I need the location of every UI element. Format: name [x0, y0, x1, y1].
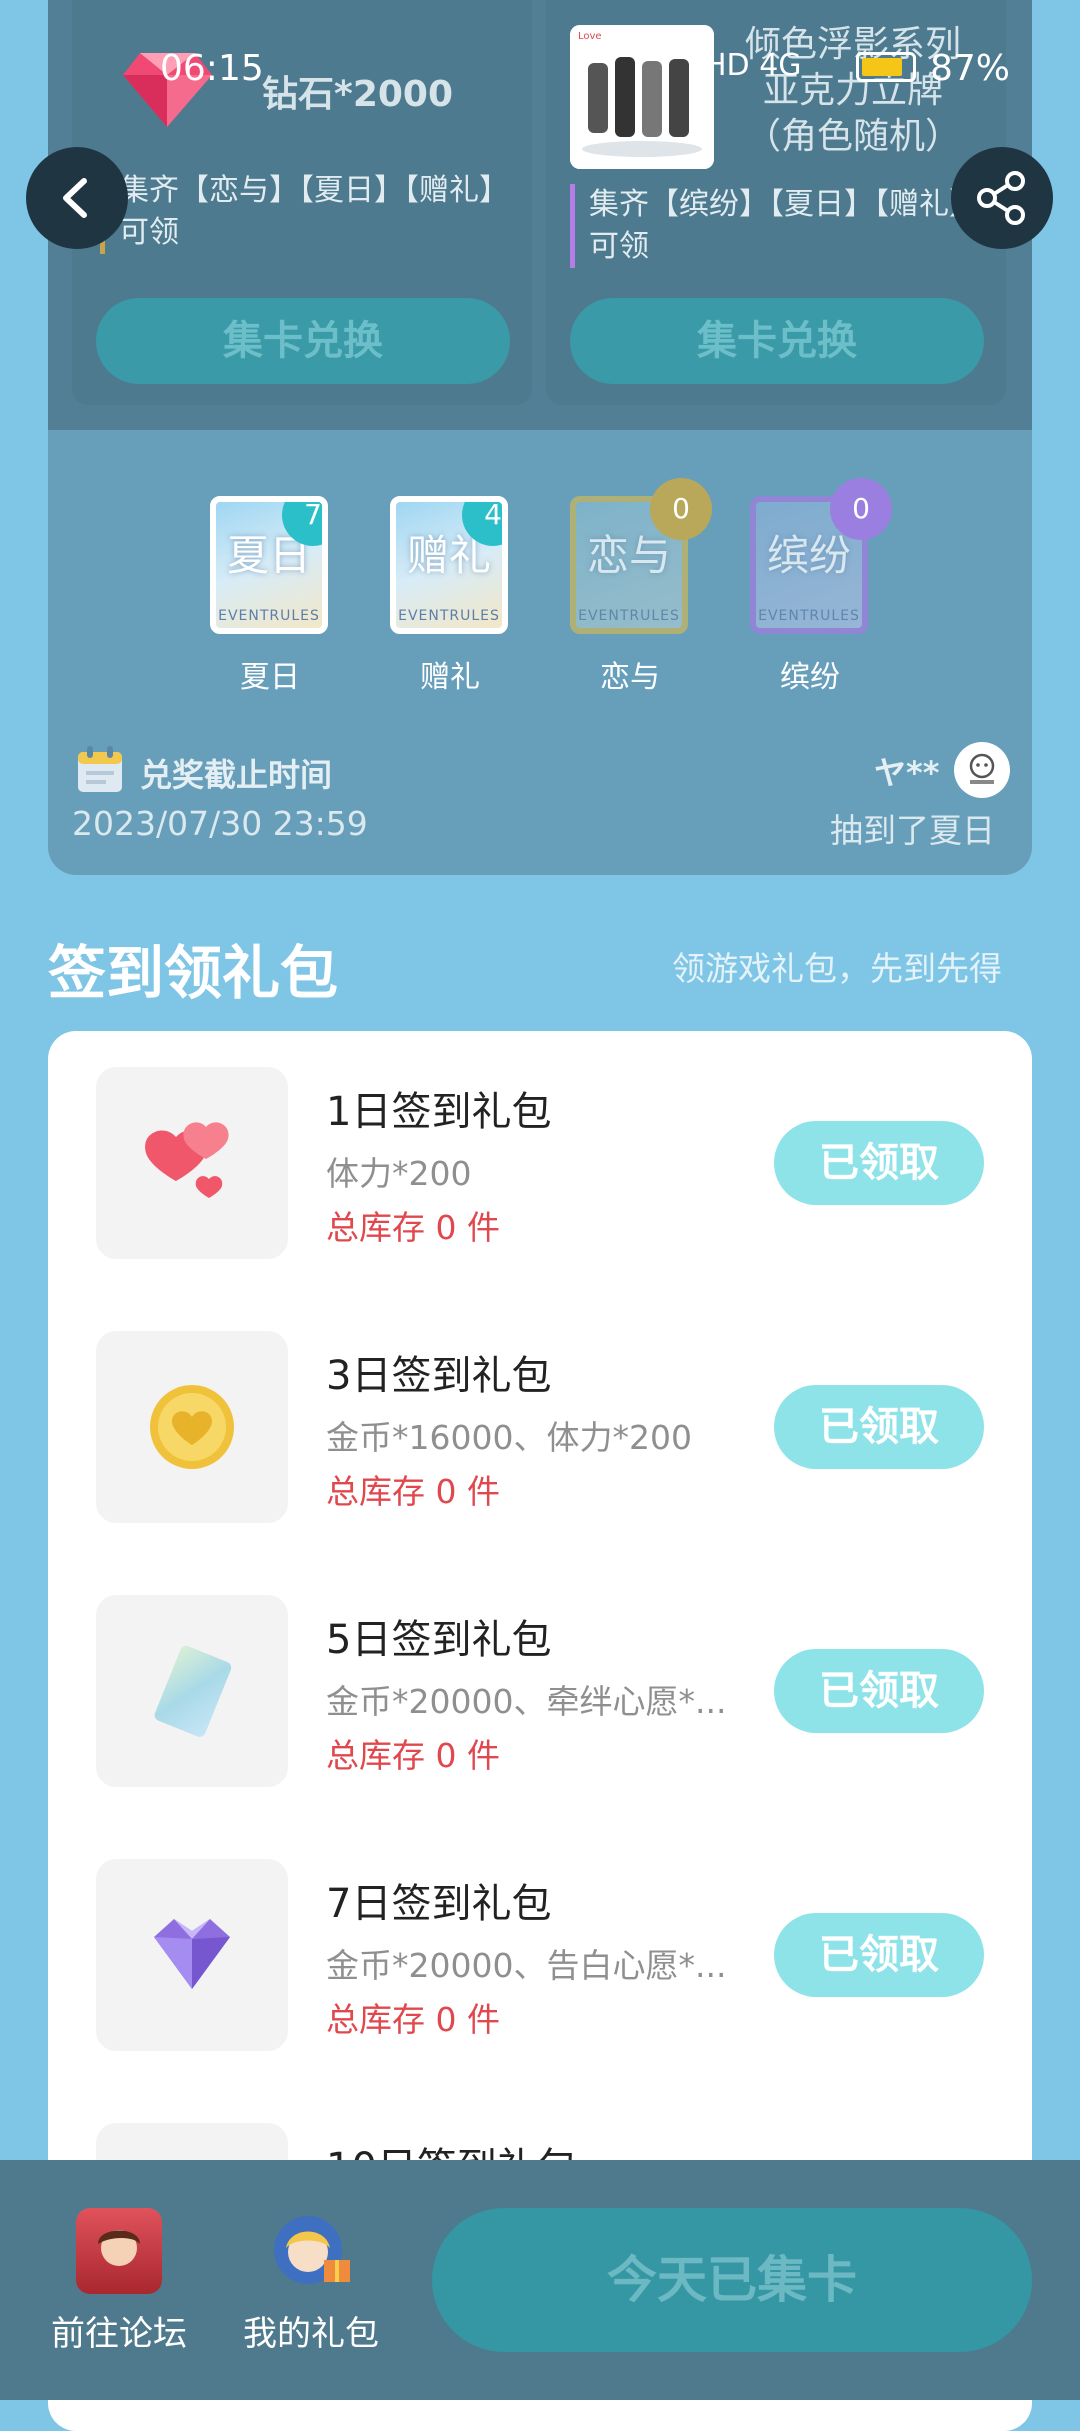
chevron-left-icon	[63, 178, 87, 218]
list-item: 1日签到礼包 体力*200 总库存 0 件 已领取	[96, 1067, 986, 1259]
my-gifts-nav-item[interactable]: 我的礼包	[226, 2208, 396, 2355]
back-button[interactable]	[26, 147, 128, 249]
claimed-button[interactable]: 已领取	[774, 1121, 984, 1205]
reward-condition: 集齐【恋与】【夏日】【赠礼】可领	[100, 170, 509, 254]
card-zengli[interactable]: 赠礼 EVENTRULES 4 赠礼	[390, 496, 510, 696]
avatar	[954, 742, 1010, 798]
draw-result-text: 抽到了夏日	[830, 811, 995, 850]
section-subtitle: 领游戏礼包，先到先得	[672, 949, 1002, 988]
drawer-username: ヤ**	[874, 754, 940, 792]
gift-thumbnail	[96, 1859, 288, 2051]
gift-desc: 金币*16000、体力*200	[326, 1418, 692, 1457]
character-avatar-icon	[98, 2230, 140, 2266]
card-lianyu[interactable]: 恋与 EVENTRULES 0 恋与	[570, 478, 712, 696]
gift-desc: 金币*20000、告白心愿*...	[326, 1946, 727, 1985]
gift-stock: 总库存 0 件	[326, 1472, 500, 1511]
standee-figures-icon: Love	[570, 25, 714, 169]
forum-label: 前往论坛	[51, 2314, 187, 2354]
reward-title-line: （角色随机）	[744, 116, 961, 157]
hearts-icon	[145, 1122, 229, 1198]
gift-name: 3日签到礼包	[326, 1353, 552, 1399]
deadline-label: 兑奖截止时间	[140, 756, 333, 794]
share-icon	[977, 171, 1025, 225]
deadline-value: 2023/07/30 23:59	[72, 804, 368, 843]
gift-thumbnail	[96, 1331, 288, 1523]
card-count-badge: 0	[650, 478, 712, 540]
card-face: 夏日 EVENTRULES 7	[210, 496, 328, 634]
battery-icon	[856, 52, 916, 82]
gift-desc: 体力*200	[326, 1154, 472, 1193]
claimed-button[interactable]: 已领取	[774, 1649, 984, 1733]
gift-stock: 总库存 0 件	[326, 1208, 500, 1247]
gift-desc: 金币*20000、牵绊心愿*...	[326, 1682, 727, 1721]
user-avatar-icon	[969, 753, 995, 784]
card-xiari[interactable]: 夏日 EVENTRULES 7 夏日	[210, 496, 330, 696]
exchange-button[interactable]: 集卡兑换	[570, 298, 984, 384]
card-binfen[interactable]: 缤纷 EVENTRULES 0 缤纷	[750, 478, 892, 696]
reward-name: 倾色浮影系列 亚克力立牌 （角色随机）	[738, 22, 968, 160]
calendar-icon	[78, 746, 122, 792]
list-item: 5日签到礼包 金币*20000、牵绊心愿*... 总库存 0 件 已领取	[96, 1595, 986, 1787]
forum-icon	[76, 2208, 162, 2294]
standee-thumbnail: Love	[570, 25, 714, 169]
gift-thumbnail	[96, 1067, 288, 1259]
card-label: 缤纷	[780, 660, 840, 695]
card-subtext: EVENTRULES	[398, 608, 500, 624]
battery-percent: 87%	[930, 48, 1011, 89]
gift-name: 1日签到礼包	[326, 1089, 552, 1135]
claimed-button[interactable]: 已领取	[774, 1913, 984, 1997]
card-count-badge: 0	[830, 478, 892, 540]
purple-heart-gem-icon	[154, 1919, 230, 1989]
card-subtext: EVENTRULES	[578, 608, 680, 624]
status-time: 06:15	[160, 48, 264, 89]
gift-stock: 总库存 0 件	[326, 1736, 500, 1775]
card-label: 夏日	[240, 660, 300, 695]
claimed-button[interactable]: 已领取	[774, 1385, 984, 1469]
section-title: 签到领礼包	[48, 939, 339, 1007]
share-button[interactable]	[951, 147, 1053, 249]
gold-coin-icon	[150, 1385, 234, 1469]
reward-name: 钻石*2000	[262, 74, 454, 115]
gift-name: 7日签到礼包	[326, 1881, 552, 1927]
reward-condition: 集齐【缤纷】【夏日】【赠礼】可领	[570, 184, 979, 268]
card-label: 恋与	[600, 660, 660, 695]
svg-text:Love: Love	[578, 31, 602, 42]
card-subtext: EVENTRULES	[218, 608, 320, 624]
exchange-button[interactable]: 集卡兑换	[96, 298, 510, 384]
network-status: HD 4G	[704, 48, 802, 83]
girl-gift-icon	[274, 2216, 350, 2284]
gift-name: 5日签到礼包	[326, 1617, 552, 1663]
card-label: 赠礼	[420, 660, 480, 695]
collect-today-button[interactable]: 今天已集卡	[432, 2208, 1032, 2352]
gift-thumbnail	[96, 1595, 288, 1787]
card-subtext: EVENTRULES	[758, 608, 860, 624]
card-face: 赠礼 EVENTRULES 4	[390, 496, 508, 634]
wish-card-icon	[154, 1645, 232, 1737]
my-gifts-label: 我的礼包	[243, 2314, 379, 2354]
list-item: 7日签到礼包 金币*20000、告白心愿*... 总库存 0 件 已领取	[96, 1859, 986, 2051]
list-item: 3日签到礼包 金币*16000、体力*200 总库存 0 件 已领取	[96, 1331, 986, 1523]
forum-nav-item[interactable]: 前往论坛	[34, 2208, 204, 2355]
gift-bag-icon	[268, 2208, 354, 2294]
gift-stock: 总库存 0 件	[326, 2000, 500, 2039]
